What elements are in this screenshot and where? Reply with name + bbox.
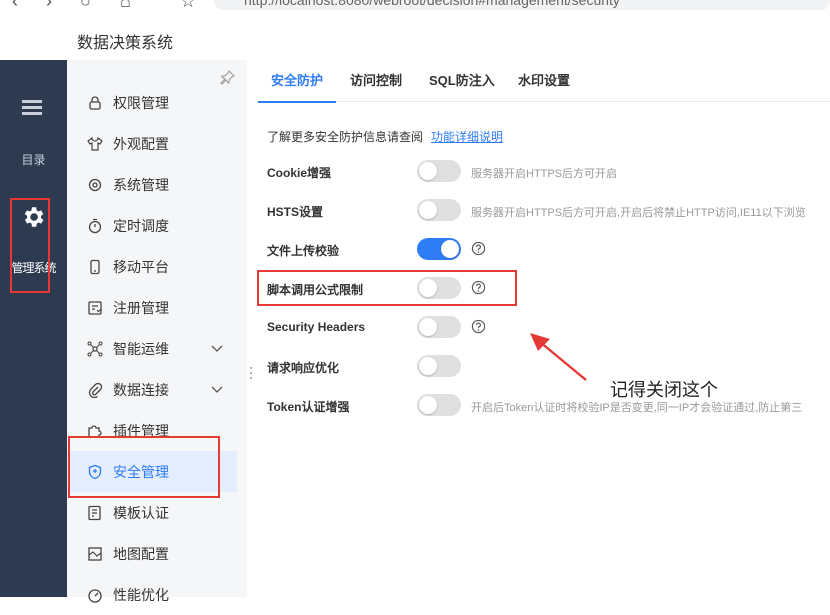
annotation-arrow-icon bbox=[530, 333, 587, 381]
reload-icon[interactable]: ○ bbox=[80, 0, 91, 12]
menu-item-mobile[interactable]: 移动平台 bbox=[67, 246, 237, 287]
mobile-icon bbox=[90, 259, 100, 274]
menu-item-system[interactable]: 系统管理 bbox=[67, 164, 237, 205]
tab-security-protection[interactable]: 安全防护 bbox=[257, 60, 337, 103]
response-optimize-toggle[interactable] bbox=[417, 355, 461, 377]
menu-item-map[interactable]: 地图配置 bbox=[67, 533, 237, 574]
menu-item-registration[interactable]: 注册管理 bbox=[67, 287, 237, 328]
doc-link[interactable]: 功能详细说明 bbox=[431, 130, 503, 144]
tab-watermark[interactable]: 水印设置 bbox=[518, 60, 570, 102]
menu-item-data-connection[interactable]: 数据连接 bbox=[67, 369, 237, 410]
setting-label: 请求响应优化 bbox=[267, 361, 340, 375]
register-icon bbox=[88, 300, 102, 315]
menu-item-label: 模板认证 bbox=[113, 504, 169, 521]
setting-file-upload: 文件上传校验 bbox=[267, 238, 830, 262]
performance-icon bbox=[88, 588, 102, 603]
lock-icon bbox=[89, 95, 101, 110]
menu-item-label: 定时调度 bbox=[113, 217, 169, 234]
menu-item-label: 外观配置 bbox=[113, 135, 169, 152]
certificate-icon bbox=[88, 505, 101, 520]
menu-item-label: 权限管理 bbox=[113, 94, 169, 111]
splitter-handle[interactable] bbox=[249, 366, 253, 380]
menu-item-permissions[interactable]: 权限管理 bbox=[67, 82, 237, 123]
chevron-down-icon[interactable] bbox=[211, 343, 223, 353]
shirt-icon bbox=[87, 136, 103, 151]
main-content: 安全防护 访问控制 SQL防注入 水印设置 了解更多安全防护信息请查阅 功能详细说… bbox=[257, 60, 830, 597]
info-line: 了解更多安全防护信息请查阅 功能详细说明 bbox=[267, 128, 503, 145]
help-icon[interactable] bbox=[471, 319, 486, 334]
menu-item-appearance[interactable]: 外观配置 bbox=[67, 123, 237, 164]
list-icon[interactable] bbox=[22, 100, 42, 116]
annotation-box-script-formula bbox=[257, 270, 517, 306]
menu-item-label: 注册管理 bbox=[113, 299, 169, 316]
app-header: 数据决策系统 bbox=[0, 12, 830, 60]
annotation-note: 记得关闭这个 bbox=[610, 380, 718, 400]
menu-item-template-cert[interactable]: 模板认证 bbox=[67, 492, 237, 533]
tab-access-control[interactable]: 访问控制 bbox=[350, 60, 402, 102]
timer-icon bbox=[88, 218, 102, 233]
bookmark-star-icon[interactable]: ☆ bbox=[180, 0, 196, 12]
address-bar[interactable]: http://localhost:8080/webroot/decision#m… bbox=[214, 0, 830, 10]
back-arrow-icon[interactable]: ‹ bbox=[12, 0, 18, 12]
annotation-box-rail bbox=[10, 198, 50, 293]
menu-item-label: 性能优化 bbox=[113, 586, 169, 603]
tab-bar: 安全防护 访问控制 SQL防注入 水印设置 bbox=[257, 60, 830, 103]
hsts-toggle[interactable] bbox=[417, 199, 461, 221]
menu-item-performance[interactable]: 性能优化 bbox=[67, 574, 237, 615]
cookie-toggle[interactable] bbox=[417, 160, 461, 182]
setting-hint: 服务器开启HTTPS后方可开启 bbox=[471, 168, 618, 180]
menu-item-ops[interactable]: 智能运维 bbox=[67, 328, 237, 369]
setting-hint: 服务器开启HTTPS后方可开启,开启后将禁止HTTP访问,IE11以下浏览 bbox=[471, 207, 806, 219]
map-icon bbox=[88, 546, 102, 561]
setting-token: Token认证增强 开启后Token认证时将校验IP是否变更,同一IP才会验证通… bbox=[267, 394, 830, 418]
security-headers-toggle[interactable] bbox=[417, 316, 461, 338]
app-title: 数据决策系统 bbox=[77, 35, 174, 52]
network-icon bbox=[87, 341, 103, 356]
setting-cookie: Cookie增强 服务器开启HTTPS后方可开启 bbox=[267, 160, 830, 184]
menu-item-schedule[interactable]: 定时调度 bbox=[67, 205, 237, 246]
menu-item-label: 移动平台 bbox=[113, 258, 169, 275]
setting-hsts: HSTS设置 服务器开启HTTPS后方可开启,开启后将禁止HTTP访问,IE11… bbox=[267, 199, 830, 223]
info-text: 了解更多安全防护信息请查阅 bbox=[267, 130, 424, 144]
menu-item-label: 智能运维 bbox=[113, 340, 169, 357]
browser-toolbar: ‹ › ○ ⌂ ☆ http://localhost:8080/webroot/… bbox=[0, 0, 830, 12]
menu-item-label: 数据连接 bbox=[113, 381, 169, 398]
link-icon bbox=[88, 382, 103, 398]
setting-label: Token认证增强 bbox=[267, 400, 350, 414]
nav-rail: 目录 管理系统 bbox=[0, 60, 67, 597]
setting-label: 文件上传校验 bbox=[267, 244, 340, 258]
menu-item-label: 系统管理 bbox=[113, 176, 169, 193]
help-icon[interactable] bbox=[471, 241, 486, 256]
setting-label: Cookie增强 bbox=[267, 166, 332, 180]
setting-label: Security Headers bbox=[267, 320, 366, 334]
home-icon[interactable]: ⌂ bbox=[120, 0, 131, 12]
tab-sql-injection[interactable]: SQL防注入 bbox=[429, 60, 495, 102]
menu-item-label: 地图配置 bbox=[113, 545, 169, 562]
chevron-down-icon[interactable] bbox=[211, 384, 223, 394]
forward-arrow-icon[interactable]: › bbox=[46, 0, 52, 12]
rail-item-catalog[interactable]: 目录 bbox=[0, 151, 67, 168]
annotation-box-security-menu bbox=[68, 436, 220, 498]
setting-label: HSTS设置 bbox=[267, 205, 324, 219]
token-toggle[interactable] bbox=[417, 394, 461, 416]
cog-icon bbox=[88, 178, 102, 191]
file-upload-toggle[interactable] bbox=[417, 238, 461, 260]
management-menu: 权限管理 外观配置 系统管理 定时调度 移动平台 注册管理 智能运维 数据连接 … bbox=[67, 60, 247, 603]
